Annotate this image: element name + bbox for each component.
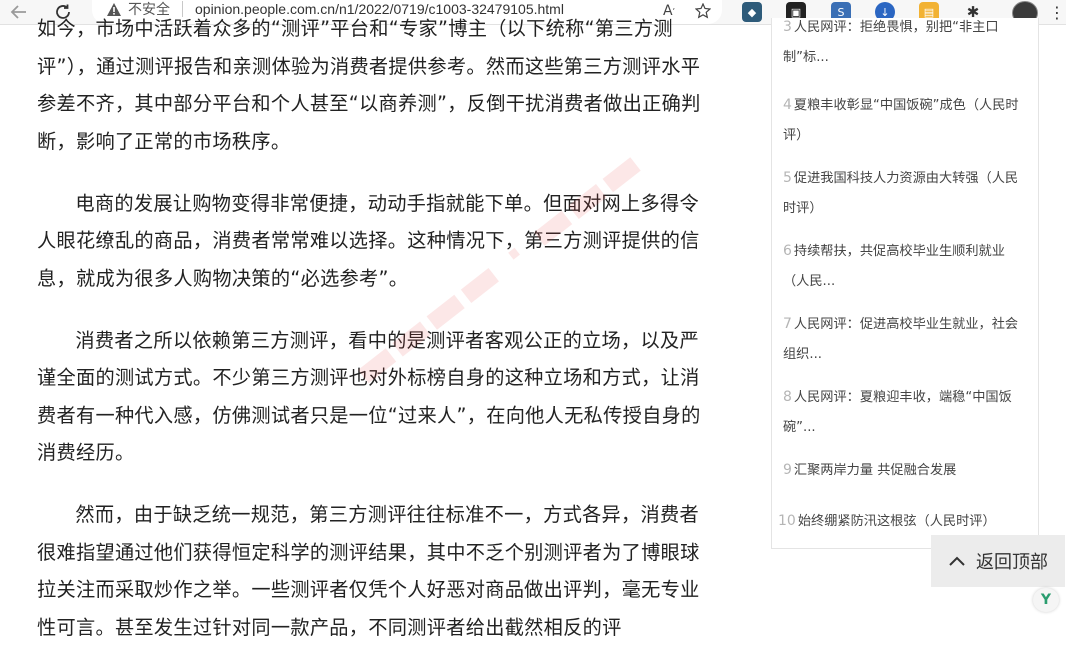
extension-globe-icon[interactable]: ◆: [742, 2, 762, 22]
rank-number: 6: [783, 243, 792, 259]
rank-title[interactable]: 人民网评：拒绝畏惧，别把“非主口制”标...: [783, 20, 999, 65]
list-item[interactable]: 5 促进我国科技人力资源由大转强（人民时评）: [783, 163, 1028, 224]
list-item[interactable]: 6 持续帮扶，共促高校毕业生顺利就业（人民...: [783, 236, 1028, 297]
rank-number: 10: [778, 513, 796, 529]
more-menu-icon[interactable]: ⋮: [1048, 0, 1066, 24]
rank-number: 3: [783, 19, 792, 35]
rank-title[interactable]: 人民网评：促进高校毕业生就业，社会组织...: [783, 317, 1018, 362]
list-item[interactable]: 7 人民网评：促进高校毕业生就业，社会组织...: [783, 309, 1028, 370]
rank-title[interactable]: 始终绷紧防汛这根弦（人民时评）: [798, 514, 996, 529]
article-paragraph: 然而，由于缺乏统一规范，第三方测评往往标准不一，方式各异，消费者很难指望通过他们…: [37, 503, 700, 639]
rank-title[interactable]: 汇聚两岸力量 共促融合发展: [794, 463, 956, 478]
rank-title[interactable]: 持续帮扶，共促高校毕业生顺利就业（人民...: [783, 244, 1005, 289]
back-to-top-label: 返回顶部: [976, 552, 1048, 573]
article-paragraph: 如今，市场中活跃着众多的“测评”平台和“专家”博主（以下统称“第三方测评”），通…: [37, 17, 701, 153]
back-to-top-button[interactable]: 返回顶部: [931, 535, 1065, 587]
rank-title[interactable]: 促进我国科技人力资源由大转强（人民时评）: [783, 171, 1018, 216]
rank-number: 7: [783, 316, 792, 332]
rank-number: 9: [783, 462, 792, 478]
rank-number: 5: [783, 170, 792, 186]
rank-title[interactable]: 人民网评：夏粮迎丰收，端稳“中国饭碗”...: [783, 390, 1012, 435]
chevron-up-icon: [948, 551, 966, 572]
back-arrow-icon[interactable]: [6, 0, 32, 24]
assistant-icon[interactable]: Y: [1033, 588, 1059, 612]
list-item[interactable]: 3 人民网评：拒绝畏惧，别把“非主口制”标...: [783, 12, 1028, 73]
rank-number: 8: [783, 389, 792, 405]
ranking-sidebar: 3 人民网评：拒绝畏惧，别把“非主口制”标... 4 夏粮丰收彰显“中国饭碗”成色（…: [771, 18, 1039, 549]
rank-number: 4: [783, 97, 792, 113]
list-item[interactable]: 9 汇聚两岸力量 共促融合发展: [783, 455, 1028, 486]
list-item[interactable]: 8 人民网评：夏粮迎丰收，端稳“中国饭碗”...: [783, 382, 1028, 443]
list-item[interactable]: 10 始终绷紧防汛这根弦（人民时评）: [778, 506, 1033, 537]
rank-title[interactable]: 夏粮丰收彰显“中国饭碗”成色（人民时评）: [783, 98, 1019, 143]
list-item[interactable]: 4 夏粮丰收彰显“中国饭碗”成色（人民时评）: [783, 90, 1028, 151]
